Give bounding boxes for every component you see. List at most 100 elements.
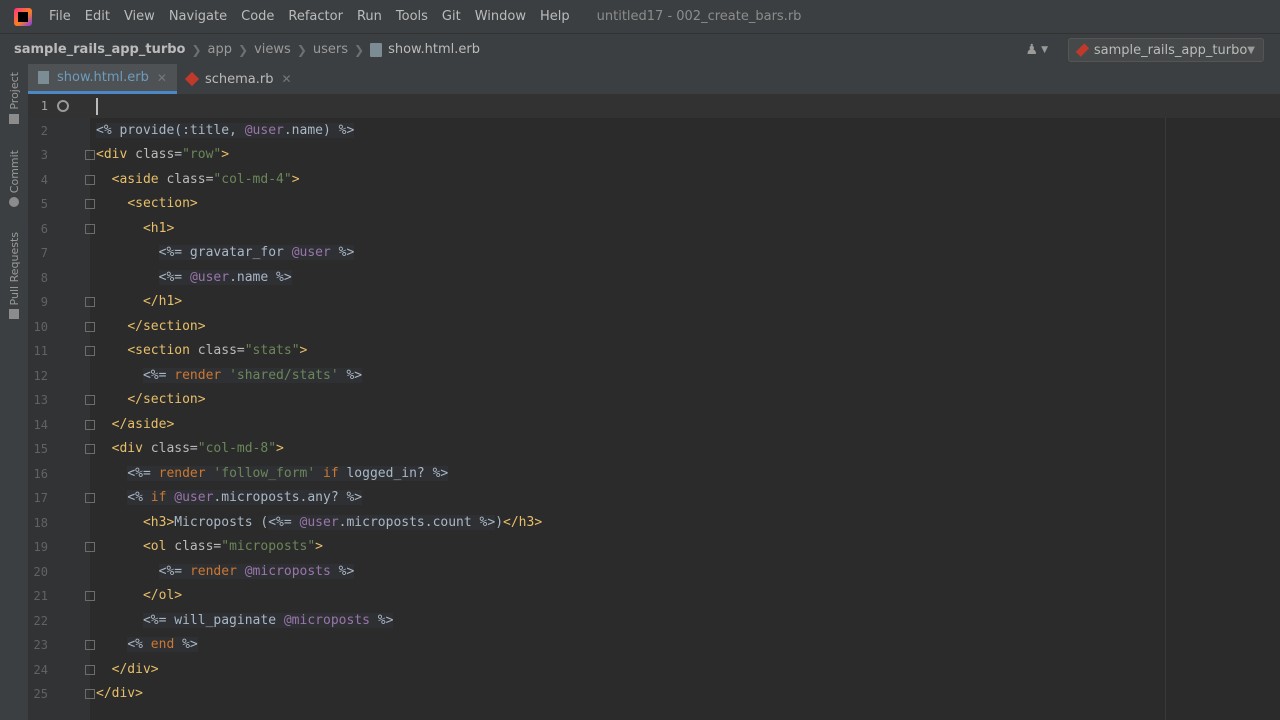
- code-line[interactable]: 15 <div class="col-md-8">: [28, 437, 1280, 461]
- code-text: </div>: [111, 662, 159, 677]
- line-number: 3: [40, 148, 48, 162]
- menu-run[interactable]: Run: [350, 9, 389, 24]
- code-line[interactable]: 10 </section>: [28, 315, 1280, 339]
- breadcrumb-app[interactable]: app: [208, 42, 232, 57]
- code-line[interactable]: 20 <%= render @microposts %>: [28, 560, 1280, 584]
- tool-project[interactable]: Project: [4, 72, 24, 124]
- breadcrumb-separator-icon: ❯: [296, 42, 307, 57]
- menu-navigate[interactable]: Navigate: [162, 9, 234, 24]
- code-line[interactable]: 17 <% if @user.microposts.any? %>: [28, 486, 1280, 510]
- menu-bar: File Edit View Navigate Code Refactor Ru…: [0, 0, 1280, 33]
- code-line[interactable]: 23 <% end %>: [28, 633, 1280, 657]
- breadcrumb-separator-icon: ❯: [354, 42, 365, 57]
- fold-marker-icon[interactable]: [85, 395, 95, 405]
- line-number: 12: [33, 369, 48, 383]
- code-line[interactable]: 16 <%= render 'follow_form' if logged_in…: [28, 462, 1280, 486]
- line-number: 10: [33, 320, 48, 334]
- code-line[interactable]: 14 </aside>: [28, 413, 1280, 437]
- fold-marker-icon[interactable]: [85, 224, 95, 234]
- fold-marker-icon[interactable]: [85, 542, 95, 552]
- fold-marker-icon[interactable]: [85, 493, 95, 503]
- code-line[interactable]: 3 <div class="row">: [28, 143, 1280, 167]
- tool-pull-requests[interactable]: Pull Requests: [4, 232, 24, 320]
- window-title: untitled17 - 002_create_bars.rb: [596, 9, 802, 24]
- fold-marker-icon[interactable]: [85, 591, 95, 601]
- code-editor[interactable]: 1 2 <% provide(:title, @user.name) %> 3 …: [28, 94, 1280, 720]
- code-line[interactable]: 5 <section>: [28, 192, 1280, 216]
- tool-commit[interactable]: Commit: [4, 150, 24, 208]
- menu-file[interactable]: File: [42, 9, 78, 24]
- code-line[interactable]: 22 <%= will_paginate @microposts %>: [28, 609, 1280, 633]
- breadcrumb-project[interactable]: sample_rails_app_turbo: [14, 42, 185, 57]
- close-icon[interactable]: ✕: [157, 71, 167, 85]
- fold-marker-icon[interactable]: [85, 322, 95, 332]
- fold-marker-icon[interactable]: [85, 150, 95, 160]
- line-number: 9: [40, 295, 48, 309]
- line-number: 8: [40, 271, 48, 285]
- code-text: <aside class="col-md-4">: [111, 172, 300, 187]
- line-number: 13: [33, 393, 48, 407]
- code-line[interactable]: 21 </ol>: [28, 584, 1280, 608]
- run-configuration-select[interactable]: sample_rails_app_turbo ▼: [1068, 38, 1264, 62]
- line-number: 18: [33, 516, 48, 530]
- line-number: 11: [33, 344, 48, 358]
- fold-marker-icon[interactable]: [85, 444, 95, 454]
- line-number: 23: [33, 638, 48, 652]
- fold-marker-icon[interactable]: [85, 689, 95, 699]
- code-text: <%= gravatar_for @user %>: [158, 245, 355, 260]
- menu-refactor[interactable]: Refactor: [281, 9, 350, 24]
- fold-marker-icon[interactable]: [85, 346, 95, 356]
- erb-file-icon: [370, 42, 383, 57]
- fold-marker-icon[interactable]: [85, 199, 95, 209]
- line-number: 2: [40, 124, 48, 138]
- line-number: 15: [33, 442, 48, 456]
- fold-marker-icon[interactable]: [85, 640, 95, 650]
- menu-edit[interactable]: Edit: [78, 9, 117, 24]
- code-line[interactable]: 18 <h3>Microposts (<%= @user.microposts.…: [28, 511, 1280, 535]
- code-line[interactable]: 2 <% provide(:title, @user.name) %>: [28, 119, 1280, 143]
- code-line[interactable]: 12 <%= render 'shared/stats' %>: [28, 364, 1280, 388]
- menu-git[interactable]: Git: [435, 9, 468, 24]
- code-line[interactable]: 6 <h1>: [28, 217, 1280, 241]
- code-line[interactable]: 13 </section>: [28, 388, 1280, 412]
- close-icon[interactable]: ✕: [281, 72, 291, 86]
- code-line[interactable]: 9 </h1>: [28, 290, 1280, 314]
- code-line[interactable]: 1: [28, 94, 1280, 118]
- fold-marker-icon[interactable]: [85, 665, 95, 675]
- fold-marker-icon[interactable]: [85, 297, 95, 307]
- code-text: <%= render 'shared/stats' %>: [142, 368, 363, 383]
- breadcrumb-file[interactable]: show.html.erb: [370, 42, 480, 57]
- code-text: <div class="row">: [96, 147, 230, 162]
- code-line[interactable]: 19 <ol class="microposts">: [28, 535, 1280, 559]
- line-number: 19: [33, 540, 48, 554]
- breadcrumb-users[interactable]: users: [313, 42, 348, 57]
- line-number: 5: [40, 197, 48, 211]
- menu-tools[interactable]: Tools: [389, 9, 435, 24]
- code-line[interactable]: 8 <%= @user.name %>: [28, 266, 1280, 290]
- user-icon[interactable]: ♟ ▼: [1026, 42, 1048, 58]
- code-line[interactable]: 7 <%= gravatar_for @user %>: [28, 241, 1280, 265]
- line-number: 20: [33, 565, 48, 579]
- code-text: <section>: [127, 196, 198, 211]
- code-text: <%= render 'follow_form' if logged_in? %…: [127, 466, 449, 481]
- menu-code[interactable]: Code: [234, 9, 281, 24]
- code-line[interactable]: 11 <section class="stats">: [28, 339, 1280, 363]
- ruby-file-icon: [184, 71, 200, 87]
- code-line[interactable]: 25 </div>: [28, 682, 1280, 706]
- code-text: </ol>: [142, 588, 183, 603]
- code-line[interactable]: 4 <aside class="col-md-4">: [28, 168, 1280, 192]
- ruby-icon: [1075, 43, 1090, 57]
- code-text: <ol class="microposts">: [142, 539, 323, 554]
- menu-view[interactable]: View: [117, 9, 162, 24]
- tool-commit-label: Commit: [7, 150, 21, 194]
- fold-marker-icon[interactable]: [85, 420, 95, 430]
- code-line[interactable]: 24 </div>: [28, 658, 1280, 682]
- rubymine-logo-icon[interactable]: [14, 7, 32, 26]
- menu-help[interactable]: Help: [533, 9, 577, 24]
- menu-window[interactable]: Window: [468, 9, 533, 24]
- tab-schema-rb[interactable]: schema.rb ✕: [177, 64, 302, 94]
- tab-show-html-erb[interactable]: show.html.erb ✕: [28, 64, 177, 94]
- fold-marker-icon[interactable]: [85, 175, 95, 185]
- breadcrumb-views[interactable]: views: [254, 42, 291, 57]
- rerun-icon[interactable]: [57, 100, 69, 112]
